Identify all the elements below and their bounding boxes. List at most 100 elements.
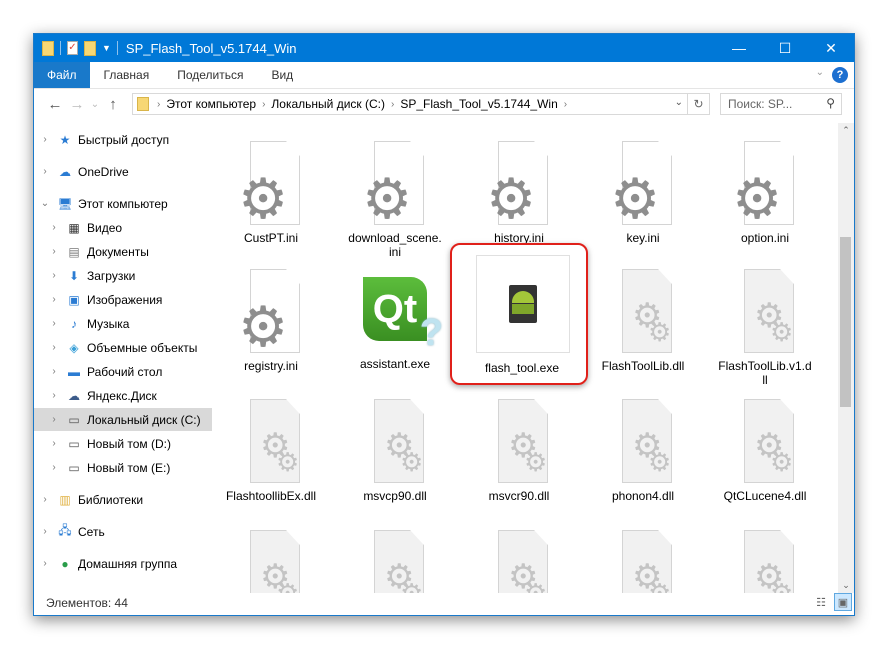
file-item[interactable]: ⚙ ⚙ QtCLucene4.dll — [710, 395, 820, 503]
sidebar-item[interactable]: › ⬇ Загрузки — [34, 264, 212, 287]
chevron-right-icon[interactable]: › — [40, 526, 50, 537]
vertical-scrollbar[interactable]: ⌃ ⌄ — [838, 123, 854, 593]
sidebar-item-label: Видео — [87, 220, 123, 235]
chevron-right-icon[interactable]: › — [49, 342, 59, 353]
scroll-up-icon[interactable]: ⌃ — [838, 125, 854, 136]
chevron-right-icon[interactable]: › — [49, 318, 59, 329]
file-thumbnail — [476, 255, 570, 353]
file-item[interactable]: ⚙ ⚙ msvcp90.dll — [340, 395, 450, 503]
chevron-right-icon[interactable]: › — [40, 166, 50, 177]
details-view-button[interactable]: ☷ — [812, 593, 830, 611]
back-button[interactable]: ← — [44, 96, 66, 113]
sidebar-item[interactable]: › ▤ Документы — [34, 240, 212, 263]
chevron-right-icon[interactable]: › — [262, 99, 265, 110]
sidebar-item-label: Этот компьютер — [78, 196, 168, 211]
file-item[interactable]: ⚙ CustPT.ini — [216, 137, 326, 245]
sidebar-item[interactable]: › ☁ OneDrive — [34, 160, 212, 183]
chevron-right-icon[interactable]: › — [49, 366, 59, 377]
file-item[interactable]: ⚙ ⚙ — [710, 526, 820, 593]
breadcrumb-current-folder[interactable]: SP_Flash_Tool_v5.1744_Win — [400, 97, 557, 111]
chevron-right-icon[interactable]: › — [49, 414, 59, 425]
file-item[interactable]: ⚙ key.ini — [588, 137, 698, 245]
settings-file-icon: ⚙ — [238, 269, 300, 355]
search-input[interactable]: Поиск: SP... ⚲ — [720, 93, 842, 115]
properties-icon[interactable]: ✓ — [67, 41, 78, 55]
sidebar-item[interactable]: › ▣ Изображения — [34, 288, 212, 311]
sidebar-item[interactable]: › ♪ Музыка — [34, 312, 212, 335]
sidebar-item[interactable]: › ● Домашняя группа — [34, 552, 212, 575]
chevron-down-icon[interactable]: ⌄ — [675, 97, 683, 108]
sidebar-item[interactable]: › ▭ Новый том (E:) — [34, 456, 212, 479]
refresh-button[interactable]: ↻ — [687, 94, 709, 114]
item-count: Элементов: 44 — [46, 596, 128, 610]
file-item-highlighted[interactable]: flash_tool.exe — [450, 243, 588, 385]
chevron-right-icon[interactable]: › — [40, 494, 50, 505]
forward-button[interactable]: → — [66, 96, 88, 113]
tab-view[interactable]: Вид — [257, 62, 307, 88]
chevron-right-icon[interactable]: › — [49, 246, 59, 257]
tab-share[interactable]: Поделиться — [163, 62, 257, 88]
music-icon: ♪ — [71, 316, 77, 331]
chevron-right-icon[interactable]: › — [564, 99, 567, 110]
file-item[interactable]: ⚙ ⚙ FlashtoollibEx.dll — [216, 395, 326, 503]
scrollbar-thumb[interactable] — [840, 237, 851, 407]
file-item[interactable]: ⚙ option.ini — [710, 137, 820, 245]
up-button[interactable]: ↑ — [102, 96, 124, 113]
chevron-right-icon[interactable]: › — [40, 558, 50, 569]
large-icons-view-button[interactable]: ▣ — [834, 593, 852, 611]
file-name: QtCLucene4.dll — [723, 489, 807, 503]
chevron-right-icon[interactable]: › — [49, 390, 59, 401]
chevron-right-icon[interactable]: › — [157, 99, 160, 110]
sidebar-item[interactable]: › ▦ Видео — [34, 216, 212, 239]
file-item[interactable]: ⚙ history.ini — [464, 137, 574, 245]
file-item[interactable]: ⚙ ⚙ — [588, 526, 698, 593]
sidebar-item[interactable]: ⌄ 🖥 Этот компьютер — [34, 192, 212, 215]
minimize-button[interactable]: — — [716, 34, 762, 62]
sidebar-item[interactable]: › ★ Быстрый доступ — [34, 128, 212, 151]
file-item[interactable]: ⚙ ⚙ phonon4.dll — [588, 395, 698, 503]
sidebar-item[interactable]: › 🖧 Сеть — [34, 520, 212, 543]
pictures-icon: ▣ — [68, 292, 80, 307]
file-item[interactable]: ⚙ registry.ini — [216, 265, 326, 373]
file-item[interactable]: ⚙ ⚙ FlashToolLib.dll — [588, 265, 698, 373]
file-name: CustPT.ini — [243, 231, 299, 245]
chevron-right-icon[interactable]: › — [391, 99, 394, 110]
drive-icon: ▭ — [68, 436, 80, 451]
new-folder-icon[interactable] — [84, 40, 96, 56]
chevron-right-icon[interactable]: › — [49, 270, 59, 281]
tab-file[interactable]: Файл — [34, 62, 90, 88]
dll-file-icon: ⚙ ⚙ — [736, 269, 794, 355]
video-icon: ▦ — [68, 220, 80, 235]
chevron-right-icon[interactable]: › — [49, 222, 59, 233]
tab-home[interactable]: Главная — [90, 62, 164, 88]
close-button[interactable]: ✕ — [808, 34, 854, 62]
sidebar-item[interactable]: › ▬ Рабочий стол — [34, 360, 212, 383]
file-item[interactable]: ⚙ ⚙ msvcr90.dll — [464, 395, 574, 503]
file-item[interactable]: ⚙ ⚙ — [216, 526, 326, 593]
expand-ribbon-icon[interactable]: ⌄ — [816, 67, 824, 78]
breadcrumb-this-pc[interactable]: Этот компьютер — [166, 97, 256, 111]
chevron-right-icon[interactable]: › — [49, 438, 59, 449]
chevron-down-icon[interactable]: ⌄ — [40, 198, 50, 209]
file-item[interactable]: ⚙ ⚙ — [340, 526, 450, 593]
sidebar-item[interactable]: › ▭ Локальный диск (C:) — [34, 408, 212, 431]
help-icon[interactable]: ? — [832, 67, 848, 83]
chevron-right-icon[interactable]: › — [40, 134, 50, 145]
address-bar[interactable]: › Этот компьютер › Локальный диск (C:) ›… — [132, 93, 710, 115]
sidebar-item[interactable]: › ☁ Яндекс.Диск — [34, 384, 212, 407]
customize-toolbar-icon[interactable]: ▼ — [102, 43, 111, 53]
chevron-right-icon[interactable]: › — [49, 462, 59, 473]
file-item[interactable]: ⚙ download_scene.ini — [340, 137, 450, 259]
recent-locations-button[interactable]: ⌄ — [88, 99, 102, 110]
sidebar-item-label: Документы — [87, 244, 149, 259]
chevron-right-icon[interactable]: › — [49, 294, 59, 305]
sidebar-item[interactable]: › ▭ Новый том (D:) — [34, 432, 212, 455]
sidebar-item[interactable]: › ▥ Библиотеки — [34, 488, 212, 511]
maximize-button[interactable]: ☐ — [762, 34, 808, 62]
file-item[interactable]: Qt? assistant.exe — [340, 265, 450, 371]
file-item[interactable]: ⚙ ⚙ FlashToolLib.v1.dll — [710, 265, 820, 387]
file-item[interactable]: ⚙ ⚙ — [464, 526, 574, 593]
sidebar-item[interactable]: › ◈ Объемные объекты — [34, 336, 212, 359]
scroll-down-icon[interactable]: ⌄ — [838, 580, 854, 591]
breadcrumb-local-disk[interactable]: Локальный диск (C:) — [271, 97, 385, 111]
